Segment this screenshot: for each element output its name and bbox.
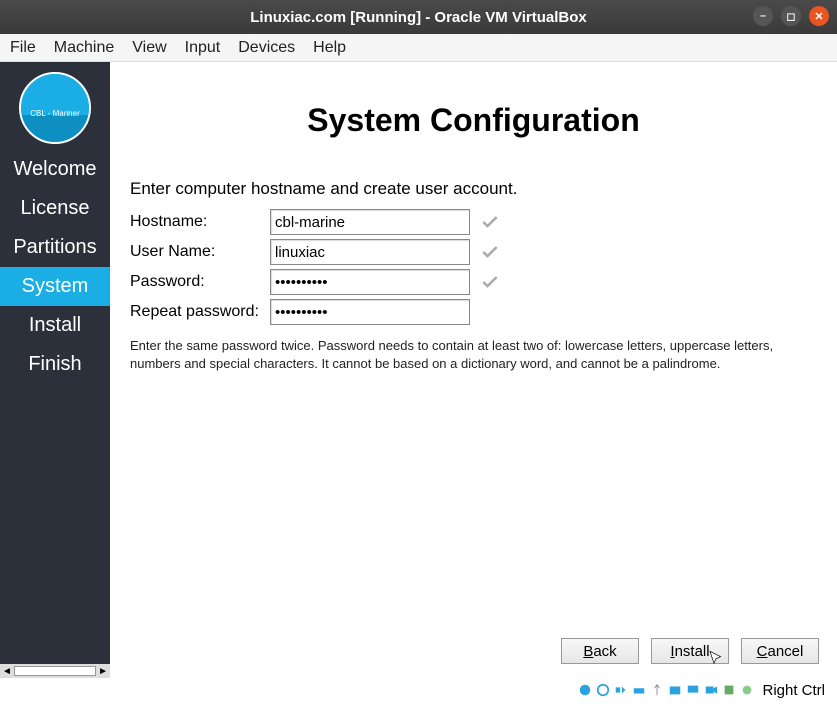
back-button[interactable]: Back — [561, 638, 639, 664]
window-titlebar: Linuxiac.com [Running] - Oracle VM Virtu… — [0, 0, 837, 34]
mouse-integration-icon[interactable] — [740, 683, 754, 697]
host-key-indicator: Right Ctrl — [762, 682, 825, 699]
repeat-password-input[interactable] — [270, 299, 470, 325]
installer-main: System Configuration Enter computer host… — [110, 62, 837, 678]
audio-icon[interactable] — [614, 683, 628, 697]
mouse-cursor-icon — [708, 650, 724, 666]
password-hint: Enter the same password twice. Password … — [130, 337, 817, 372]
menu-view[interactable]: View — [132, 39, 166, 57]
repeat-password-label: Repeat password: — [130, 303, 270, 321]
sidebar-scrollbar[interactable]: ◄ ► — [0, 664, 110, 678]
cpu-icon[interactable] — [722, 683, 736, 697]
username-input[interactable] — [270, 239, 470, 265]
password-label: Password: — [130, 273, 270, 291]
optical-drive-icon[interactable] — [596, 683, 610, 697]
display-icon[interactable] — [686, 683, 700, 697]
window-maximize-button[interactable]: ◻ — [781, 6, 801, 26]
hard-disk-icon[interactable] — [578, 683, 592, 697]
usb-icon[interactable] — [650, 683, 664, 697]
checkmark-icon — [480, 212, 500, 232]
vm-statusbar: Right Ctrl — [0, 678, 837, 702]
scroll-thumb[interactable] — [14, 666, 96, 676]
sidebar-item-finish[interactable]: Finish — [0, 345, 110, 384]
scroll-left-icon[interactable]: ◄ — [2, 666, 12, 677]
menu-machine[interactable]: Machine — [54, 39, 114, 57]
window-minimize-button[interactable]: – — [753, 6, 773, 26]
network-icon[interactable] — [632, 683, 646, 697]
sidebar-item-license[interactable]: License — [0, 189, 110, 228]
window-close-button[interactable]: ✕ — [809, 6, 829, 26]
cancel-button[interactable]: Cancel — [741, 638, 819, 664]
menu-help[interactable]: Help — [313, 39, 346, 57]
page-intro: Enter computer hostname and create user … — [130, 179, 817, 199]
checkmark-icon — [480, 242, 500, 262]
sidebar-item-partitions[interactable]: Partitions — [0, 228, 110, 267]
menu-devices[interactable]: Devices — [238, 39, 295, 57]
window-title: Linuxiac.com [Running] - Oracle VM Virtu… — [250, 9, 586, 26]
password-input[interactable] — [270, 269, 470, 295]
username-label: User Name: — [130, 243, 270, 261]
hostname-input[interactable] — [270, 209, 470, 235]
sidebar-item-system[interactable]: System — [0, 267, 110, 306]
menu-file[interactable]: File — [10, 39, 36, 57]
shared-folders-icon[interactable] — [668, 683, 682, 697]
checkmark-icon — [480, 272, 500, 292]
distro-logo: CBL - Mariner — [19, 72, 91, 144]
hostname-label: Hostname: — [130, 213, 270, 231]
recording-icon[interactable] — [704, 683, 718, 697]
distro-logo-text: CBL - Mariner — [21, 109, 89, 118]
sidebar-item-welcome[interactable]: Welcome — [0, 150, 110, 189]
menubar: File Machine View Input Devices Help — [0, 34, 837, 62]
installer-sidebar: CBL - Mariner Welcome License Partitions… — [0, 62, 110, 678]
sidebar-item-install[interactable]: Install — [0, 306, 110, 345]
page-heading: System Configuration — [130, 102, 817, 139]
menu-input[interactable]: Input — [185, 39, 221, 57]
scroll-right-icon[interactable]: ► — [98, 666, 108, 677]
